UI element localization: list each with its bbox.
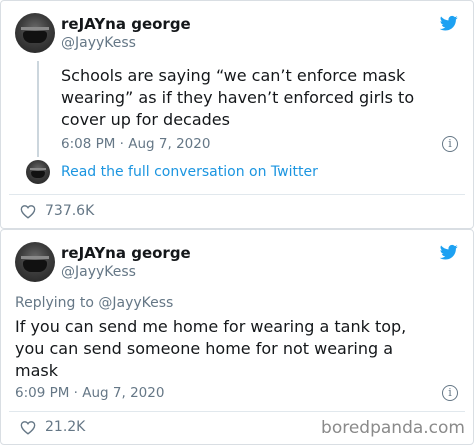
- author-name[interactable]: reJAYna george: [61, 244, 191, 262]
- tweet-card-2: reJAYna george @JayyKess Replying to @Ja…: [0, 229, 474, 445]
- tweet-card-1: reJAYna george @JayyKess Schools are say…: [0, 0, 474, 229]
- tweet-timestamp[interactable]: 6:08 PM · Aug 7, 2020: [61, 136, 210, 152]
- tweet-text-line-1: If you can send me home for wearing a ta…: [15, 317, 407, 336]
- author-handle[interactable]: @JayyKess: [61, 35, 136, 51]
- heart-icon[interactable]: [20, 204, 36, 219]
- tweet-timestamp[interactable]: 6:09 PM · Aug 7, 2020: [15, 385, 164, 401]
- twitter-bird-icon[interactable]: [439, 243, 459, 261]
- avatar[interactable]: [15, 13, 55, 53]
- divider: [9, 194, 465, 195]
- heart-icon[interactable]: [20, 420, 36, 435]
- like-count: 737.6K: [45, 203, 95, 219]
- avatar[interactable]: [15, 242, 55, 282]
- author-name[interactable]: reJAYna george: [61, 15, 191, 33]
- watermark: boredpanda.com: [321, 418, 465, 438]
- avatar-small[interactable]: [26, 160, 50, 184]
- thread-line: [37, 61, 39, 157]
- read-conversation-link[interactable]: Read the full conversation on Twitter: [61, 164, 318, 180]
- info-icon[interactable]: i: [442, 136, 458, 152]
- divider: [9, 411, 465, 412]
- tweet-text-line-2: you can send someone home for not wearin…: [15, 339, 394, 358]
- tweet-text-line-1: Schools are saying “we can’t enforce mas…: [61, 66, 406, 85]
- info-icon[interactable]: i: [442, 385, 458, 401]
- tweet-text-line-3: mask: [15, 361, 58, 380]
- like-count: 21.2K: [45, 419, 86, 435]
- replying-to[interactable]: Replying to @JayyKess: [15, 295, 173, 311]
- tweet-text-line-3: cover up for decades: [61, 110, 230, 129]
- tweet-text-line-2: wearing” as if they haven’t enforced gir…: [61, 88, 415, 107]
- twitter-bird-icon[interactable]: [439, 14, 459, 32]
- author-handle[interactable]: @JayyKess: [61, 264, 136, 280]
